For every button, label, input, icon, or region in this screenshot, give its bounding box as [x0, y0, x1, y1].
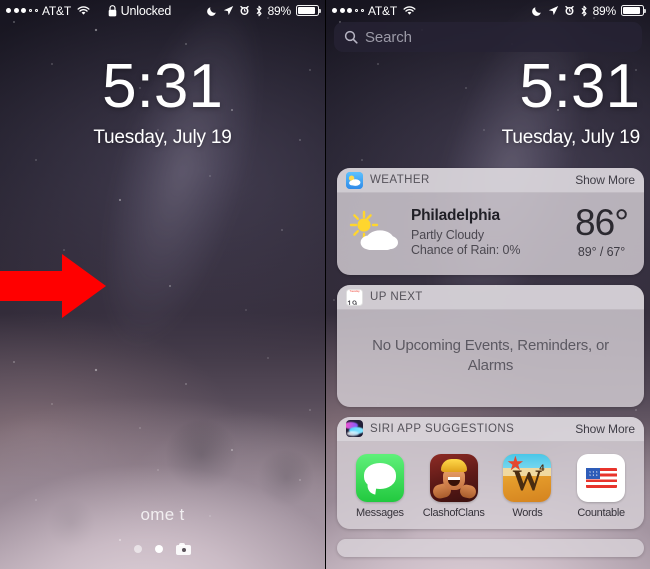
app-label: Words — [512, 506, 543, 519]
lock-status-label: Unlocked — [120, 3, 172, 18]
widget-stack: WEATHER Show More Philadelphia Partly Cl… — [337, 168, 644, 557]
page-dot-active[interactable] — [155, 545, 163, 553]
status-bar-right: 89% — [531, 3, 646, 18]
today-view-panel: AT&T 89% Search 5:31 Tuesday, July 19 WE… — [325, 0, 650, 569]
alarm-clock-icon — [239, 5, 250, 16]
today-time: 5:31 — [519, 52, 640, 121]
location-arrow-icon — [223, 5, 234, 16]
weather-widget-body: Philadelphia Partly Cloudy Chance of Rai… — [337, 193, 644, 275]
weather-app-icon — [346, 171, 363, 189]
weather-temperature-block: 86° 89° / 67° — [575, 202, 634, 260]
sun-behind-cloud-icon — [347, 209, 403, 255]
up-next-widget-header: Tuesday 19 UP NEXT — [337, 285, 644, 311]
weather-rain-chance: Chance of Rain: 0% — [411, 243, 521, 258]
location-arrow-icon — [548, 5, 559, 16]
red-right-arrow-icon — [0, 252, 108, 320]
today-clock-block: 5:31 Tuesday, July 19 — [326, 56, 650, 149]
today-date: Tuesday, July 19 — [501, 127, 641, 148]
camera-icon[interactable] — [176, 543, 191, 555]
signal-dot — [332, 8, 337, 13]
app-label: ClashofClans — [422, 506, 485, 519]
wifi-icon — [403, 5, 416, 16]
siri-icon — [346, 420, 363, 438]
signal-strength-dots — [332, 8, 364, 13]
calendar-icon: Tuesday 19 — [346, 288, 363, 306]
lock-clock-block: 5:31 Tuesday, July 19 — [0, 56, 325, 149]
weather-show-more-button[interactable]: Show More — [575, 173, 635, 187]
app-label: Messages — [356, 506, 404, 519]
carrier-label: AT&T — [42, 3, 71, 18]
weather-city: Philadelphia — [411, 207, 500, 225]
signal-dot-empty — [360, 8, 364, 13]
carrier-label: AT&T — [368, 3, 397, 18]
status-bar: AT&T Unlocked 89% — [0, 0, 325, 21]
page-dot[interactable] — [134, 545, 142, 553]
signal-dot — [339, 8, 345, 13]
lock-status-group: Unlocked — [108, 3, 172, 18]
signal-dot — [347, 8, 352, 13]
up-next-widget[interactable]: Tuesday 19 UP NEXT No Upcoming Events, R… — [337, 285, 644, 407]
words-with-friends-app-icon[interactable]: 4W — [503, 453, 552, 502]
messages-app-icon[interactable] — [355, 453, 404, 502]
siri-app-list: Messages ClashofClans 4W Words Countable — [337, 442, 644, 529]
lock-icon — [108, 4, 117, 17]
battery-percent-label: 89% — [592, 3, 617, 18]
next-widget-peek[interactable] — [337, 538, 644, 557]
search-bar-container[interactable]: Search — [334, 22, 642, 52]
bluetooth-icon — [580, 5, 588, 17]
page-indicator[interactable] — [0, 543, 325, 555]
app-suggestion-item[interactable]: Countable — [568, 453, 634, 519]
calendar-weekday: Tuesday — [349, 289, 360, 294]
lock-time: 5:31 — [102, 52, 223, 121]
weather-condition: Partly Cloudy — [411, 228, 485, 243]
signal-strength-dots — [6, 8, 38, 13]
moon-icon — [206, 5, 218, 16]
search-bar[interactable]: Search — [334, 22, 642, 52]
app-suggestion-item[interactable]: ClashofClans — [421, 453, 487, 519]
wifi-icon — [77, 5, 90, 16]
lock-screen-panel: AT&T Unlocked 89% 5:31 Tuesday, July 19 … — [0, 0, 325, 569]
signal-dot — [13, 8, 19, 13]
slide-to-unlock-hint: ome t — [140, 505, 185, 524]
weather-widget-header: WEATHER Show More — [337, 168, 644, 193]
up-next-widget-title: UP NEXT — [370, 291, 423, 304]
battery-icon — [295, 5, 321, 16]
weather-widget-details: Philadelphia Partly Cloudy Chance of Rai… — [403, 207, 575, 257]
weather-widget[interactable]: WEATHER Show More Philadelphia Partly Cl… — [337, 168, 644, 276]
battery-icon — [621, 5, 646, 16]
app-suggestion-item[interactable]: Messages — [347, 453, 413, 519]
siri-app-suggestions-widget[interactable]: SIRI APP SUGGESTIONS Show More Messages — [337, 416, 644, 529]
siri-widget-header: SIRI APP SUGGESTIONS Show More — [337, 416, 644, 442]
weather-widget-title: WEATHER — [370, 174, 430, 186]
siri-widget-title: SIRI APP SUGGESTIONS — [370, 422, 515, 435]
signal-dot-empty — [28, 8, 32, 13]
status-bar-left: AT&T — [332, 4, 416, 18]
alarm-clock-icon — [564, 5, 575, 16]
screenshot-stage: AT&T Unlocked 89% 5:31 Tuesday, July 19 … — [0, 0, 650, 569]
status-bar-right: 89% — [206, 3, 321, 18]
countable-app-icon[interactable] — [577, 453, 626, 502]
moon-icon — [531, 5, 543, 16]
signal-dot — [6, 8, 11, 13]
clash-of-clans-app-icon[interactable] — [429, 453, 478, 502]
app-label: Countable — [577, 506, 625, 519]
weather-high-low: 89° / 67° — [577, 245, 626, 260]
signal-dot — [21, 8, 26, 13]
siri-show-more-button[interactable]: Show More — [575, 422, 635, 436]
status-bar-left: AT&T — [6, 4, 90, 18]
signal-dot-empty — [34, 8, 38, 13]
bluetooth-icon — [255, 5, 263, 17]
app-suggestion-item[interactable]: 4W Words — [494, 453, 560, 519]
lock-date: Tuesday, July 19 — [93, 127, 232, 148]
status-bar: AT&T 89% — [326, 0, 650, 21]
up-next-empty-message: No Upcoming Events, Reminders, or Alarms — [372, 337, 609, 375]
weather-current-temp: 86° — [575, 202, 629, 243]
calendar-day: 19 — [347, 299, 358, 306]
search-input[interactable]: Search — [365, 29, 412, 46]
signal-dot-empty — [354, 8, 358, 13]
search-icon — [344, 30, 358, 44]
battery-percent-label: 89% — [267, 3, 292, 18]
